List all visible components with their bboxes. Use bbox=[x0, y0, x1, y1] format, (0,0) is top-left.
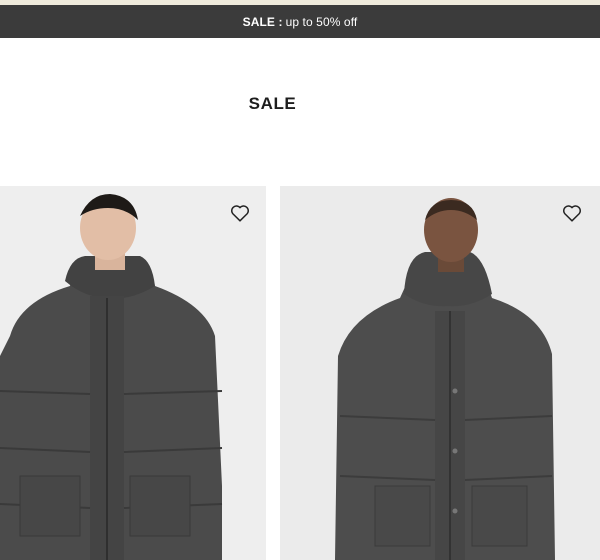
page-title: SALE bbox=[248, 94, 297, 113]
promo-banner-strong: SALE : bbox=[242, 14, 283, 29]
promo-banner-text: up to 50% off bbox=[285, 14, 358, 29]
product-card[interactable] bbox=[280, 186, 600, 560]
product-card[interactable] bbox=[0, 186, 266, 560]
product-image[interactable] bbox=[280, 186, 600, 560]
wishlist-heart-icon[interactable] bbox=[229, 202, 251, 224]
promo-banner[interactable]: SALE : up to 50% off bbox=[0, 5, 600, 38]
wishlist-heart-icon[interactable] bbox=[561, 202, 583, 224]
product-image[interactable] bbox=[0, 186, 266, 560]
